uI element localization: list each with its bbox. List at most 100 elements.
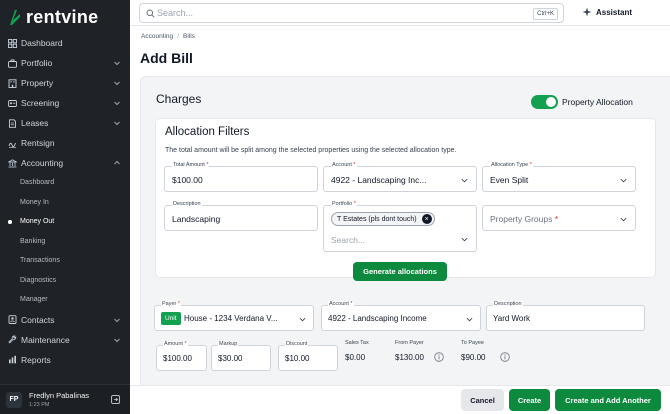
breadcrumb: Accounting / Bills	[141, 33, 195, 40]
line-description-label: Description	[493, 301, 523, 308]
sidebar-subitem-diagnostics[interactable]: Diagnostics	[0, 271, 130, 291]
keyboard-shortcut: Ctrl+K	[533, 7, 558, 20]
page-title: Add Bill	[140, 50, 193, 66]
chevron-down-icon	[114, 338, 120, 342]
logo[interactable]: rentvine	[0, 0, 130, 34]
rentvine-logo-icon	[10, 10, 20, 25]
line-account-value: 4922 - Landscaping Income	[328, 314, 427, 323]
discount-value: $10.00	[285, 354, 310, 363]
chevron-down-icon	[461, 178, 468, 183]
sales-tax-label: Sales Tax	[345, 340, 369, 346]
sidebar-subitem-transactions[interactable]: Transactions	[0, 251, 130, 271]
discount-field[interactable]: Discount $10.00	[278, 341, 338, 371]
sidebar-nav: Dashboard Portfolio Property Screening L…	[0, 33, 130, 370]
amount-value: $100.00	[163, 354, 192, 363]
sidebar-item-label: Rentsign	[21, 138, 55, 148]
portfolio-search-placeholder: Search...	[331, 235, 366, 245]
line-account-select[interactable]: Account * 4922 - Landscaping Income	[321, 301, 481, 331]
sidebar-item-screening[interactable]: Screening	[0, 93, 130, 113]
markup-field[interactable]: Markup $30.00	[211, 341, 271, 371]
sidebar-item-property[interactable]: Property	[0, 73, 130, 93]
sidebar-item-label: Maintenance	[21, 334, 70, 345]
sidebar-subitem-money-in[interactable]: Money In	[0, 193, 130, 213]
to-payee-value: $90.00	[461, 353, 486, 362]
signature-icon	[7, 138, 17, 148]
portfolio-chip[interactable]: T Estates (pls dont touch) ×	[331, 212, 435, 226]
generate-allocations-button[interactable]: Generate allocations	[353, 262, 447, 281]
assistant-button[interactable]: Assistant	[582, 7, 632, 17]
briefcase-icon	[7, 58, 17, 68]
total-amount-label-text: Total Amount	[173, 162, 205, 168]
allocation-type-label: Allocation Type *	[490, 162, 533, 169]
search-icon	[146, 9, 155, 18]
app-root: rentvine Dashboard Portfolio Property Sc…	[0, 0, 670, 414]
sidebar-item-rentsign[interactable]: Rentsign	[0, 133, 130, 153]
sidebar-item-contacts[interactable]: Contacts	[0, 310, 130, 330]
user-profile[interactable]: FP Fredlyn Pabalinas 1:23 PM	[0, 384, 130, 414]
portfolio-multiselect[interactable]: Portfolio * T Estates (pls dont touch) ×…	[323, 201, 477, 252]
property-allocation-toggle[interactable]	[531, 95, 558, 109]
account-value: 4922 - Landscaping Inc...	[331, 175, 427, 185]
building-icon	[7, 78, 17, 88]
line-description-field[interactable]: Description Yard Work	[486, 301, 645, 331]
chevron-down-icon	[620, 178, 627, 183]
sidebar-item-leases[interactable]: Leases	[0, 113, 130, 133]
sidebar-subitem-manager[interactable]: Manager	[0, 290, 130, 310]
sidebar-subitem-money-out[interactable]: Money Out	[0, 212, 130, 232]
chevron-down-icon	[461, 237, 468, 242]
toggle-knob	[546, 97, 556, 107]
breadcrumb-separator: /	[177, 33, 179, 40]
sidebar-item-label: Leases	[21, 118, 49, 128]
sidebar-item-label: Reports	[21, 354, 51, 365]
allocation-type-label-text: Allocation Type	[491, 162, 529, 168]
logout-icon[interactable]	[111, 395, 120, 404]
breadcrumb-current[interactable]: Bills	[183, 33, 195, 40]
unit-badge: Unit	[161, 312, 181, 325]
description-field[interactable]: Description Landscaping	[164, 201, 318, 231]
search-input[interactable]: Search... Ctrl+K	[139, 3, 564, 23]
create-button[interactable]: Create	[509, 389, 550, 411]
sidebar-item-label: Screening	[21, 98, 60, 108]
info-icon[interactable]	[500, 352, 510, 362]
allocation-type-select[interactable]: Allocation Type * Even Split	[482, 162, 636, 192]
lease-icon	[7, 118, 17, 128]
info-icon[interactable]	[434, 352, 444, 362]
amount-label-text: Amount	[164, 341, 183, 347]
sidebar-item-portfolio[interactable]: Portfolio	[0, 53, 130, 73]
sparkle-icon	[582, 7, 592, 17]
portfolio-label-text: Portfolio	[332, 201, 353, 207]
sidebar-subitem-label: Diagnostics	[20, 276, 57, 284]
create-and-add-another-button[interactable]: Create and Add Another	[555, 389, 661, 411]
brand-name: rentvine	[26, 6, 99, 27]
close-icon[interactable]: ×	[421, 214, 432, 224]
from-payer-value: $130.00	[395, 353, 424, 362]
payer-label: Payer *	[161, 301, 182, 308]
amount-label: Amount *	[163, 341, 188, 348]
cancel-button[interactable]: Cancel	[461, 389, 504, 411]
reports-icon	[7, 355, 17, 365]
sidebar-item-reports[interactable]: Reports	[0, 350, 130, 370]
breadcrumb-parent[interactable]: Accounting	[141, 33, 173, 40]
bank-icon	[7, 158, 17, 168]
portfolio-chip-label: T Estates (pls dont touch)	[337, 215, 417, 223]
sales-tax-display: Sales Tax $0.00	[345, 340, 369, 362]
account-label: Account *	[331, 162, 357, 169]
line-description-value: Yard Work	[493, 314, 531, 323]
amount-field[interactable]: Amount * $100.00	[156, 341, 207, 371]
property-allocation-label: Property Allocation	[562, 97, 633, 107]
line-account-label: Account *	[328, 301, 354, 308]
sidebar-item-label: Dashboard	[21, 38, 63, 48]
chevron-down-icon	[114, 61, 120, 66]
allocation-type-value: Even Split	[490, 175, 529, 185]
property-groups-select[interactable]: Property Groups *	[482, 205, 636, 231]
sidebar-item-dashboard[interactable]: Dashboard	[0, 33, 130, 53]
sidebar-subitem-dashboard[interactable]: Dashboard	[0, 173, 130, 193]
sidebar-item-accounting[interactable]: Accounting	[0, 153, 130, 173]
user-name: Fredlyn Pabalinas	[29, 391, 90, 400]
account-select[interactable]: Account * 4922 - Landscaping Inc...	[323, 162, 477, 192]
sidebar-item-maintenance[interactable]: Maintenance	[0, 330, 130, 350]
contacts-icon	[7, 315, 17, 325]
payer-select[interactable]: Payer * Unit House - 1234 Verdana V...	[154, 301, 314, 331]
total-amount-field[interactable]: Total Amount * $100.00	[164, 162, 318, 192]
sidebar-subitem-banking[interactable]: Banking	[0, 232, 130, 252]
